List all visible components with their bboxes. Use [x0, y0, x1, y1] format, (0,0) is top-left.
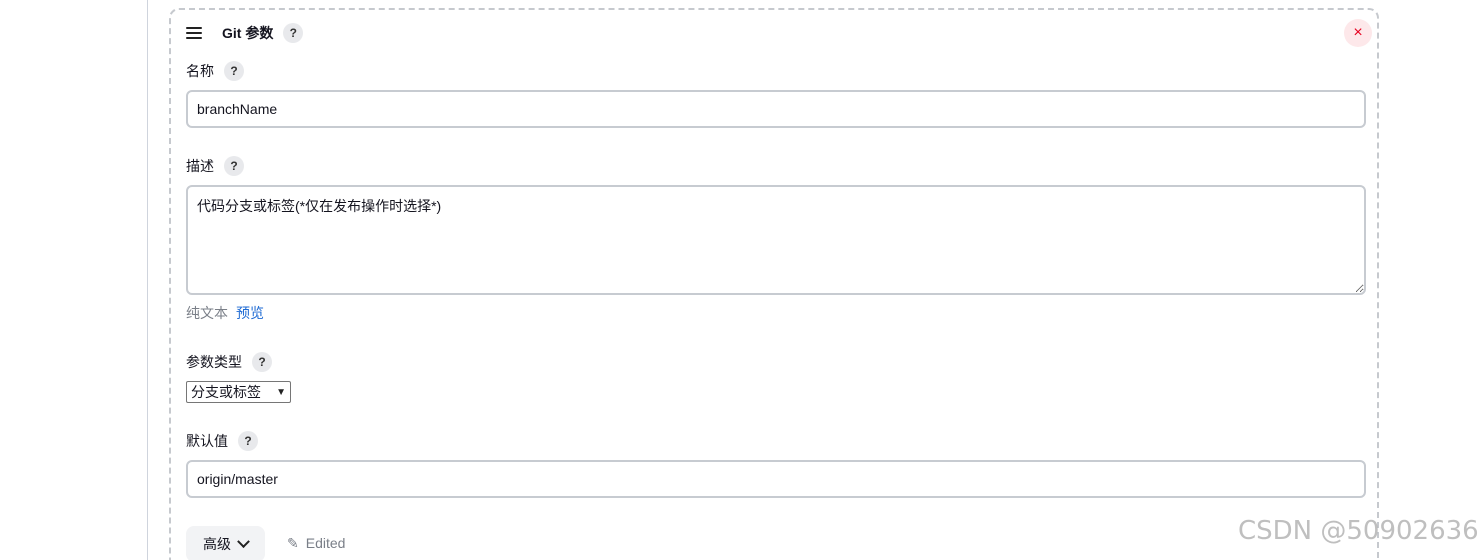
help-icon[interactable]: ?	[283, 23, 304, 43]
default-value-label: 默认值	[186, 433, 228, 449]
drag-handle-icon[interactable]	[186, 27, 202, 39]
description-label: 描述	[186, 158, 214, 174]
param-type-label-row: 参数类型 ?	[186, 351, 272, 373]
default-value-input[interactable]	[186, 460, 1366, 498]
name-input[interactable]	[186, 90, 1366, 128]
close-icon: ×	[1353, 24, 1363, 41]
help-icon[interactable]: ?	[224, 61, 244, 81]
help-icon[interactable]: ?	[238, 431, 258, 451]
chevron-down-icon: ▼	[276, 386, 286, 398]
help-icon[interactable]: ?	[224, 156, 244, 176]
param-type-label: 参数类型	[186, 354, 242, 370]
edited-indicator: ✎ Edited	[287, 533, 345, 553]
format-row: 纯文本 预览	[186, 303, 264, 323]
name-label-row: 名称 ?	[186, 60, 244, 82]
card-header: Git 参数 ?	[186, 22, 304, 44]
chevron-down-icon	[237, 534, 250, 548]
page: Git 参数 ? × 名称 ? 描述 ? 代码分支或标签(*仅在发布操作时选择*…	[0, 0, 1483, 560]
help-icon[interactable]: ?	[252, 352, 272, 372]
default-value-label-row: 默认值 ?	[186, 430, 258, 452]
card-title: Git 参数	[222, 25, 274, 41]
param-type-select[interactable]: 分支或标签 ▼	[186, 381, 291, 403]
name-label: 名称	[186, 63, 214, 79]
param-type-selected: 分支或标签	[191, 384, 261, 400]
advanced-label: 高级	[203, 536, 231, 552]
advanced-button[interactable]: 高级	[186, 526, 265, 560]
description-textarea[interactable]: 代码分支或标签(*仅在发布操作时选择*)	[186, 185, 1366, 295]
pencil-icon: ✎	[287, 534, 299, 551]
preview-link[interactable]: 预览	[236, 303, 264, 323]
description-label-row: 描述 ?	[186, 155, 244, 177]
edited-label: Edited	[305, 535, 346, 551]
plain-text-label: 纯文本	[186, 305, 228, 321]
left-divider	[147, 0, 148, 560]
close-button[interactable]: ×	[1344, 19, 1372, 47]
watermark: CSDN @50902636	[1238, 516, 1479, 546]
